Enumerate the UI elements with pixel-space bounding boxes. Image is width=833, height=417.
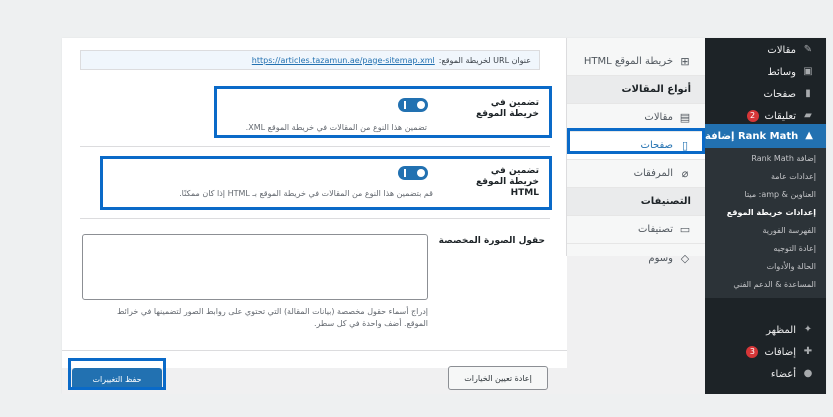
- plugins-icon: ✚: [803, 346, 813, 357]
- section-label: أنواع المقالات: [621, 84, 691, 95]
- divider: [80, 218, 550, 219]
- menu-item-rank-math[interactable]: ▲ Rank Math إضافة: [705, 124, 826, 148]
- menu-label: Rank Math إضافة: [705, 130, 799, 142]
- users-icon: ●: [803, 368, 813, 379]
- admin-sidebar: ✎ مقالات ▣ وسائط ▮ صفحات ▰ تعليقات 2 ▲ R…: [705, 38, 826, 394]
- menu-item-plugins[interactable]: ✚ إضافات 3: [705, 342, 826, 362]
- settings-panel: عنوان URL لخريطة الموقع: https://article…: [62, 38, 567, 368]
- divider: [62, 350, 567, 351]
- attachment-icon: ⌀: [681, 167, 689, 180]
- section-label: التصنيفات: [640, 196, 691, 207]
- post-icon: ▤: [679, 111, 691, 124]
- menu-label: تعليقات: [764, 110, 796, 122]
- rank-math-icon: ▲: [805, 130, 813, 141]
- pages-icon: ▮: [805, 88, 811, 99]
- folder-icon: ▭: [679, 223, 691, 236]
- submenu-item-titles-meta[interactable]: العناوين & amp: ميتا: [705, 190, 826, 199]
- highlight-save-button: [68, 358, 166, 390]
- menu-label: صفحات: [763, 88, 796, 100]
- tab-section-post-types: أنواع المقالات: [567, 76, 705, 104]
- highlight-include-html-sitemap: [100, 156, 552, 210]
- highlight-include-sitemap: [214, 86, 552, 138]
- bottom-margin: [0, 394, 833, 417]
- tab-label: تصنيفات: [637, 224, 673, 235]
- submenu-item-instant-indexing[interactable]: الفهرسة الفورية: [705, 226, 826, 235]
- submenu-item-redirections[interactable]: إعادة التوجيه: [705, 244, 826, 253]
- submenu-item-add-rank-math[interactable]: إضافة Rank Math: [705, 154, 826, 163]
- tab-label: المرفقات: [633, 168, 673, 179]
- menu-item-comments[interactable]: ▰ تعليقات 2: [705, 106, 826, 126]
- appearance-icon: ✦: [803, 324, 813, 335]
- sitemap-url-label: عنوان URL لخريطة الموقع:: [438, 55, 531, 65]
- sitemap-icon: ⊞: [680, 55, 690, 68]
- submenu-item-help-support[interactable]: المساعدة & الدعم الفني: [705, 280, 826, 289]
- media-icon: ▣: [803, 66, 813, 77]
- tab-attachments[interactable]: ⌀ المرفقات: [567, 160, 705, 188]
- menu-label: وسائط: [767, 66, 796, 78]
- comments-badge: 2: [746, 110, 759, 122]
- settings-tabs: ⊞ خريطة الموقع HTML أنواع المقالات ▤ مقا…: [566, 38, 705, 265]
- tab-label: وسوم: [648, 252, 673, 264]
- comments-icon: ▰: [804, 110, 812, 121]
- submenu-item-sitemap-settings[interactable]: إعدادات خريطة الموقع: [705, 208, 826, 217]
- custom-image-fields-textarea[interactable]: [82, 234, 428, 300]
- submenu-item-general[interactable]: إعدادات عامة: [705, 172, 826, 181]
- pin-icon: ✎: [803, 44, 813, 55]
- screenshot-frame: عنوان URL لخريطة الموقع: https://article…: [62, 38, 826, 394]
- menu-label: إضافات: [764, 346, 796, 358]
- menu-item-users[interactable]: ● أعضاء: [705, 364, 826, 384]
- tab-tags[interactable]: ◇ وسوم: [567, 244, 705, 272]
- tab-label: خريطة الموقع HTML: [583, 56, 673, 67]
- menu-item-media[interactable]: ▣ وسائط: [705, 62, 826, 82]
- rank-math-submenu: إضافة Rank Math إعدادات عامة العناوين & …: [705, 148, 826, 298]
- submenu-item-status-tools[interactable]: الحالة والأدوات: [705, 262, 826, 271]
- menu-label: مقالات: [767, 44, 796, 56]
- tab-label: مقالات: [644, 112, 673, 123]
- tab-categories[interactable]: ▭ تصنيفات: [567, 216, 705, 244]
- reset-options-button[interactable]: إعادة تعيين الخيارات: [448, 366, 548, 390]
- plugins-badge: 3: [746, 346, 759, 358]
- tab-html-sitemap[interactable]: ⊞ خريطة الموقع HTML: [567, 48, 705, 76]
- tag-icon: ◇: [680, 251, 690, 265]
- custom-image-fields-label: حقول الصورة المخصصة: [438, 236, 545, 246]
- tab-section-taxonomies: التصنيفات: [567, 188, 705, 216]
- highlight-tab-pages: [567, 128, 705, 154]
- menu-label: المظهر: [766, 324, 796, 336]
- divider: [80, 146, 550, 147]
- sitemap-url-box: عنوان URL لخريطة الموقع: https://article…: [80, 50, 540, 70]
- menu-item-appearance[interactable]: ✦ المظهر: [705, 320, 826, 340]
- custom-image-fields-description: إدراج أسماء حقول مخصصة (بيانات المقالة) …: [116, 307, 428, 328]
- menu-label: أعضاء: [770, 368, 796, 380]
- sitemap-url-link[interactable]: https://articles.tazamun.ae/page-sitemap…: [252, 56, 435, 65]
- menu-item-pages[interactable]: ▮ صفحات: [705, 84, 826, 104]
- menu-item-posts[interactable]: ✎ مقالات: [705, 40, 826, 60]
